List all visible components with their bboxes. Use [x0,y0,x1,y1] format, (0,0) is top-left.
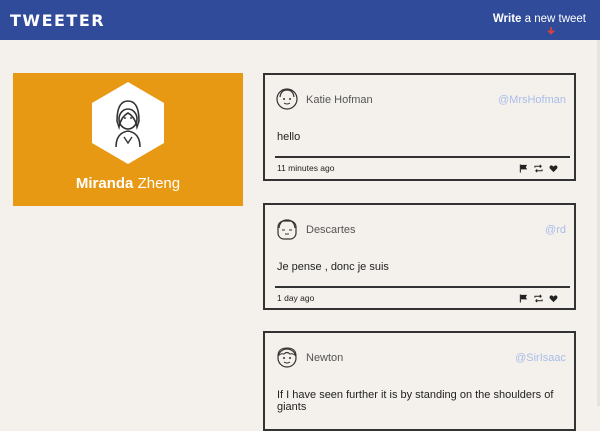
profile-last-name: Zheng [133,175,181,192]
flag-icon[interactable] [519,294,528,303]
tweet-text: Je pense , donc je suis [277,261,389,273]
tweet-author-name: Katie Hofman [306,94,373,106]
top-navbar: TWEETER Write a new tweet [0,0,600,40]
tweet-timestamp: 1 day ago [277,293,315,303]
tweet-author-name: Descartes [306,224,356,236]
tweet-timestamp: 11 minutes ago [277,163,335,173]
tweet-footer: 1 day ago [275,286,570,308]
profile-avatar [92,82,164,164]
arrow-down-icon[interactable] [546,26,556,36]
profile-name: Miranda Zheng [13,175,243,192]
tweet-text: hello [277,131,301,143]
avatar-icon [277,219,297,240]
compose-label-bold: Write [492,13,522,25]
tweet-text: If I have seen further it is by standing… [277,389,554,413]
avatar-icon [276,88,298,110]
compose-label-rest: a new tweet [521,13,586,25]
profile-first-name: Miranda [75,175,134,192]
heart-icon[interactable] [549,164,558,173]
retweet-icon[interactable] [534,294,543,303]
compose-tweet-button[interactable]: Write a new tweet [493,13,586,25]
retweet-icon[interactable] [534,164,543,173]
tweet-author-handle[interactable]: @MrsHofman [498,94,566,106]
flag-icon[interactable] [519,164,528,173]
profile-card: Miranda Zheng [13,73,243,206]
tweet-footer: 11 minutes ago [275,156,570,178]
tweet-card: Katie Hofman @MrsHofman hello 11 minutes… [263,73,576,181]
tweet-author-handle[interactable]: @rd [545,224,566,236]
tweet-card: Newton @SirIsaac If I have seen further … [263,331,576,431]
avatar-icon [277,347,297,368]
brand-logo[interactable]: TWEETER [10,11,105,30]
tweet-card: Descartes @rd Je pense , donc je suis 1 … [263,203,576,310]
tweet-author-handle[interactable]: @SirIsaac [515,352,566,364]
tweet-author-name: Newton [306,352,344,364]
heart-icon[interactable] [549,294,558,303]
